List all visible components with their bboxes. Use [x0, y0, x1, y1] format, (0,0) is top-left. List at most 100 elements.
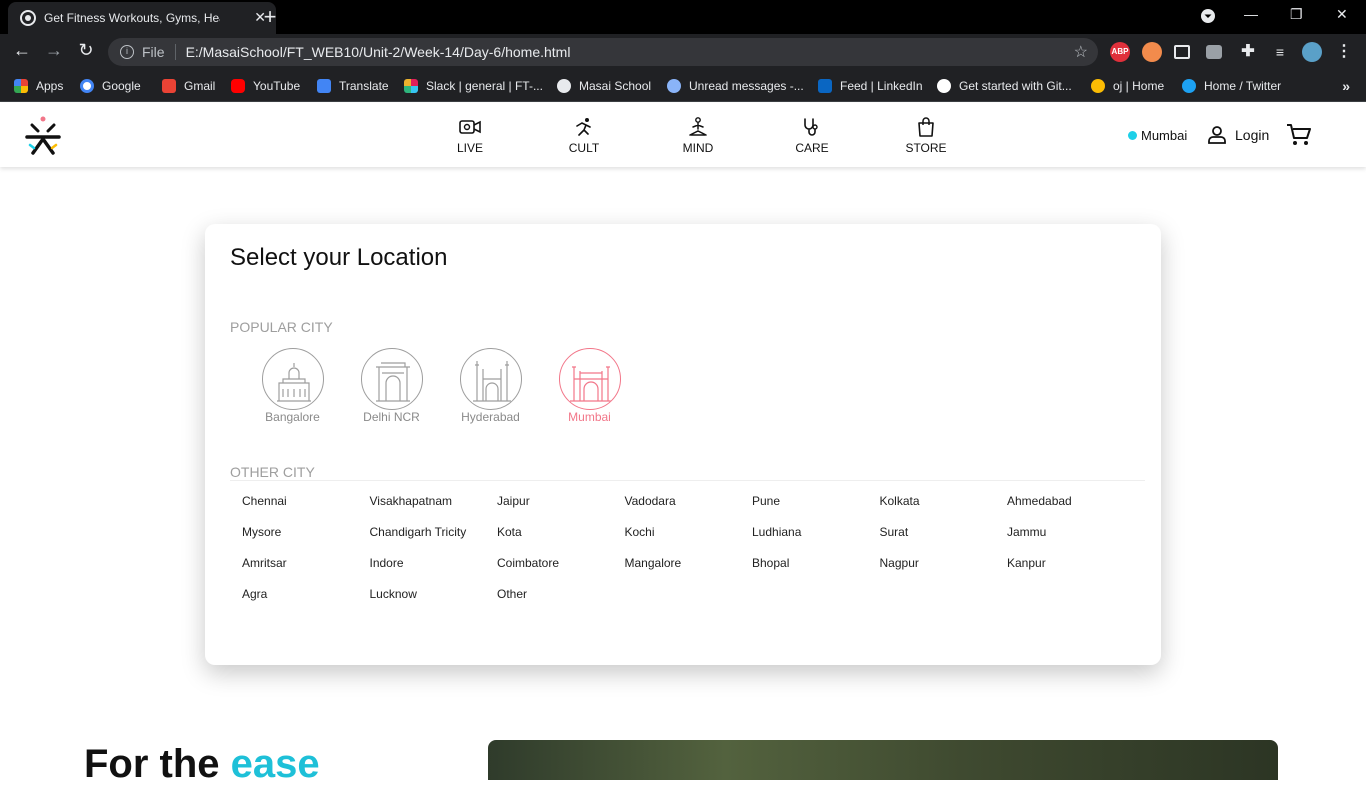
other-city-item[interactable]: Other [497, 587, 625, 618]
cart-icon[interactable] [1286, 123, 1312, 152]
other-city-item[interactable]: Ludhiana [752, 525, 880, 556]
other-city-item[interactable]: Coimbatore [497, 556, 625, 587]
bookmark-label: Feed | LinkedIn [840, 79, 923, 93]
bookmarks-overflow-icon[interactable]: » [1342, 78, 1350, 94]
avatar[interactable] [1302, 42, 1322, 62]
bookmark-oj[interactable]: oj | Home [1091, 76, 1164, 96]
other-city-item[interactable]: Jaipur [497, 494, 625, 525]
slack-icon [404, 79, 418, 93]
oj-icon [1091, 79, 1105, 93]
city-name: Delhi NCR [363, 410, 420, 424]
bookmark-star-icon[interactable]: ☆ [1074, 42, 1088, 62]
extension-icon[interactable] [1142, 42, 1162, 62]
adblock-extension-icon[interactable]: ABP [1110, 42, 1130, 62]
other-city-item[interactable]: Amritsar [242, 556, 370, 587]
nav-live[interactable]: LIVE [430, 117, 510, 155]
other-city-item[interactable]: Mysore [242, 525, 370, 556]
bookmark-translate[interactable]: Translate [317, 76, 389, 96]
minimize-icon[interactable]: — [1244, 6, 1258, 22]
address-bar[interactable]: i File E:/MasaiSchool/FT_WEB10/Unit-2/We… [108, 38, 1098, 66]
bookmark-label: Get started with Git... [959, 79, 1072, 93]
twitter-icon [1182, 79, 1196, 93]
other-city-item[interactable]: Lucknow [370, 587, 498, 618]
profile-menu-icon[interactable] [1200, 8, 1216, 27]
city-mumbai[interactable]: Mumbai [540, 348, 639, 424]
bookmark-slack[interactable]: Slack | general | FT-... [404, 76, 543, 96]
other-city-item[interactable]: Pune [752, 494, 880, 525]
city-name: Hyderabad [461, 410, 520, 424]
url-scheme: File [142, 44, 165, 60]
other-city-item[interactable]: Vadodara [625, 494, 753, 525]
github-icon [937, 79, 951, 93]
other-city-item[interactable]: Chennai [242, 494, 370, 525]
other-city-item[interactable]: Kanpur [1007, 556, 1135, 587]
nav-label: CARE [795, 141, 829, 155]
other-city-item[interactable]: Mangalore [625, 556, 753, 587]
reload-icon[interactable]: ↻ [74, 40, 98, 61]
bookmark-masai[interactable]: Masai School [557, 76, 651, 96]
cultfit-logo-icon[interactable] [24, 115, 62, 157]
other-city-item[interactable]: Visakhapatnam [370, 494, 498, 525]
other-city-item[interactable]: Indore [370, 556, 498, 587]
popular-city-heading: POPULAR CITY [230, 319, 333, 335]
other-city-item[interactable]: Agra [242, 587, 370, 618]
india-gate-icon [360, 348, 423, 410]
running-icon [576, 118, 591, 136]
city-bangalore[interactable]: Bangalore [243, 348, 342, 424]
bookmark-google[interactable]: Google [80, 76, 141, 96]
nav-store[interactable]: STORE [886, 117, 966, 155]
bookmark-youtube[interactable]: YouTube [231, 76, 300, 96]
location-selector[interactable]: Mumbai [1128, 128, 1187, 143]
city-hyderabad[interactable]: Hyderabad [441, 348, 540, 424]
close-window-icon[interactable]: ✕ [1336, 6, 1348, 23]
bookmark-github[interactable]: Get started with Git... [937, 76, 1072, 96]
camera-extension-icon[interactable] [1206, 45, 1222, 59]
bookmark-apps[interactable]: Apps [14, 76, 63, 96]
url-text[interactable]: E:/MasaiSchool/FT_WEB10/Unit-2/Week-14/D… [186, 44, 571, 60]
google-icon [80, 79, 94, 93]
bookmark-twitter[interactable]: Home / Twitter [1182, 76, 1281, 96]
hero-image [488, 740, 1278, 780]
bookmark-linkedin[interactable]: Feed | LinkedIn [818, 76, 923, 96]
other-city-item[interactable]: Jammu [1007, 525, 1135, 556]
other-city-item[interactable]: Kota [497, 525, 625, 556]
login-button[interactable]: Login [1207, 125, 1269, 145]
bookmark-gmail[interactable]: Gmail [162, 76, 215, 96]
info-icon[interactable]: i [120, 45, 134, 59]
restore-icon[interactable]: ❐ [1290, 6, 1303, 23]
new-tab-icon[interactable]: + [260, 4, 280, 30]
nav-cult[interactable]: CULT [544, 117, 624, 155]
other-city-item[interactable]: Nagpur [880, 556, 1008, 587]
other-city-item[interactable]: Ahmedabad [1007, 494, 1135, 525]
more-menu-icon[interactable]: ⋮ [1334, 42, 1354, 62]
nav-mind[interactable]: MIND [658, 117, 738, 155]
other-city-item[interactable]: Surat [880, 525, 1008, 556]
other-city-item[interactable]: Kolkata [880, 494, 1008, 525]
nav-label: MIND [682, 141, 714, 155]
media-extension-icon[interactable] [1174, 45, 1190, 59]
other-city-list: Chennai Visakhapatnam Jaipur Vadodara Pune Ko… [242, 494, 1142, 618]
location-label: Mumbai [1141, 128, 1188, 143]
meditation-icon [689, 117, 707, 136]
bookmark-unread[interactable]: Unread messages -... [667, 76, 804, 96]
bookmark-label: oj | Home [1113, 79, 1165, 93]
media-control-icon[interactable]: ≡ [1270, 42, 1290, 62]
globe-icon [557, 79, 571, 93]
other-city-item[interactable]: Kochi [625, 525, 753, 556]
other-city-item[interactable]: Chandigarh Tricity [370, 525, 498, 556]
section-divider [230, 480, 1145, 481]
login-label: Login [1235, 127, 1270, 143]
browser-tab[interactable]: Get Fitness Workouts, Gyms, Hea ✕ [8, 2, 276, 34]
linkedin-icon [818, 79, 832, 93]
city-delhi-ncr[interactable]: Delhi NCR [342, 348, 441, 424]
extensions-puzzle-icon[interactable]: ✚ [1238, 42, 1258, 62]
nav-label: STORE [905, 141, 947, 155]
other-city-heading: OTHER CITY [230, 464, 315, 480]
location-modal: Select your Location POPULAR CITY Bangal… [205, 224, 1161, 665]
shopping-bag-icon [918, 117, 934, 137]
charminar-icon [459, 348, 522, 410]
forward-icon[interactable]: → [42, 40, 66, 61]
nav-care[interactable]: CARE [772, 117, 852, 155]
other-city-item[interactable]: Bhopal [752, 556, 880, 587]
back-icon[interactable]: ← [10, 40, 34, 61]
